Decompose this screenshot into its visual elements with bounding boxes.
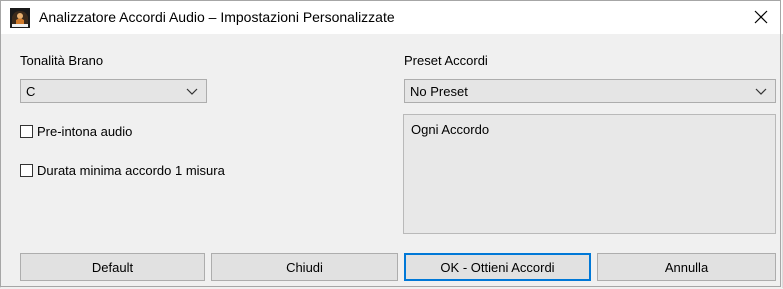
close-button[interactable] [739, 0, 783, 34]
key-value: C [26, 84, 36, 99]
pretune-checkbox-row[interactable]: Pre-intona audio [20, 122, 132, 140]
preset-select[interactable]: No Preset [404, 79, 776, 103]
close-icon [754, 10, 768, 24]
title-bar: Analizzatore Accordi Audio – Impostazion… [0, 0, 783, 34]
chord-list[interactable]: Ogni Accordo [403, 114, 776, 234]
pretune-label: Pre-intona audio [37, 123, 133, 139]
ok-get-chords-button[interactable]: OK - Ottieni Accordi [404, 253, 591, 281]
key-label: Tonalità Brano [20, 53, 104, 68]
piano-player-icon [10, 8, 30, 28]
preset-label: Preset Accordi [404, 53, 488, 68]
chevron-down-icon [755, 88, 767, 95]
list-item[interactable]: Ogni Accordo [411, 122, 489, 137]
min-duration-checkbox[interactable] [20, 163, 33, 177]
chevron-down-icon [186, 88, 198, 95]
min-duration-label: Durata minima accordo 1 misura [37, 162, 225, 178]
cancel-button[interactable]: Annulla [597, 253, 776, 281]
close-dialog-button[interactable]: Chiudi [211, 253, 398, 281]
window-title: Analizzatore Accordi Audio – Impostazion… [39, 9, 395, 25]
min-duration-checkbox-row[interactable]: Durata minima accordo 1 misura [20, 161, 225, 179]
key-select[interactable]: C [20, 79, 207, 103]
default-button[interactable]: Default [20, 253, 205, 281]
preset-value: No Preset [410, 84, 468, 99]
pretune-checkbox[interactable] [20, 124, 33, 138]
